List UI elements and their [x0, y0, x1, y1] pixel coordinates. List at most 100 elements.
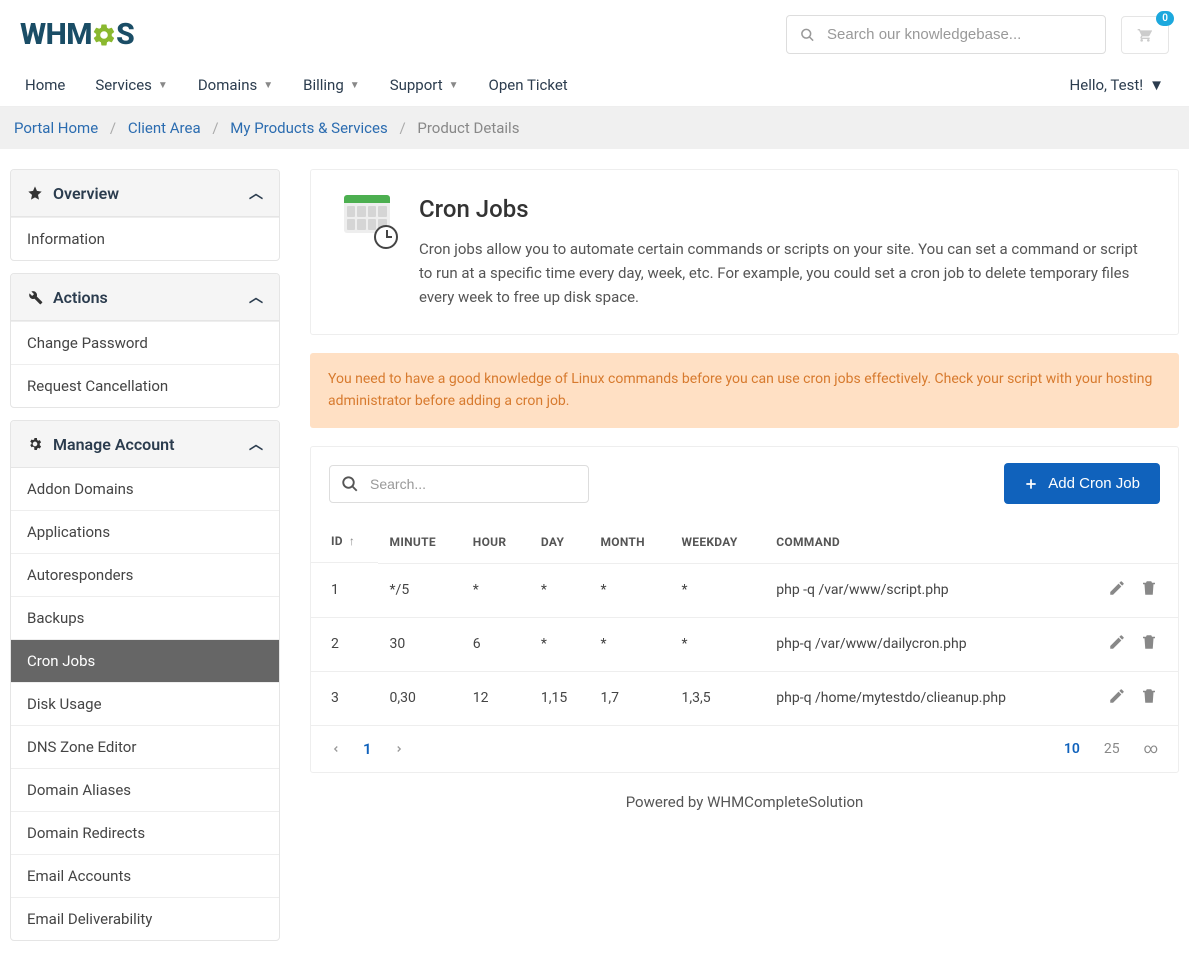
knowledgebase-search-input[interactable] [786, 15, 1106, 54]
trash-icon[interactable] [1140, 690, 1158, 710]
page-size-25[interactable]: 25 [1104, 741, 1120, 757]
edit-icon[interactable] [1108, 690, 1126, 710]
nav-services[interactable]: Services▼ [95, 76, 167, 94]
cell-weekday: 1,3,5 [669, 671, 764, 725]
search-icon [800, 27, 815, 42]
nav-support[interactable]: Support▼ [390, 76, 459, 94]
logo-text-1: WHM [20, 17, 92, 52]
sidebar-item-autoresponders[interactable]: Autoresponders [11, 553, 279, 596]
add-cron-job-button[interactable]: Add Cron Job [1004, 463, 1160, 504]
sidebar-item-addon-domains[interactable]: Addon Domains [11, 468, 279, 510]
sidebar-item-dns-zone-editor[interactable]: DNS Zone Editor [11, 725, 279, 768]
cell-weekday: * [669, 617, 764, 671]
pager-current-page[interactable]: 1 [363, 740, 372, 758]
panel-title: Manage Account [53, 435, 174, 454]
overview-panel-header[interactable]: Overview ︿ [11, 170, 279, 217]
panel-title: Actions [53, 288, 108, 307]
cell-day: * [529, 617, 589, 671]
chevron-up-icon: ︿ [249, 287, 263, 307]
sidebar-item-request-cancellation[interactable]: Request Cancellation [11, 364, 279, 407]
cart-icon [1136, 27, 1154, 43]
chevron-up-icon: ︿ [249, 434, 263, 454]
column-minute[interactable]: MINUTE [378, 520, 461, 563]
panel-title: Overview [53, 184, 119, 203]
table-row: 30,30121,151,71,3,5php-q /home/mytestdo/… [311, 671, 1178, 725]
column-command[interactable]: COMMAND [764, 520, 1064, 563]
cell-minute: 30 [378, 617, 461, 671]
cell-command: php -q /var/www/script.php [764, 563, 1064, 617]
page-title: Cron Jobs [419, 195, 1150, 223]
sidebar-item-cron-jobs[interactable]: Cron Jobs [11, 639, 279, 682]
chevron-down-icon: ▼ [158, 80, 168, 91]
pager-prev[interactable] [331, 742, 341, 756]
breadcrumb-client-area[interactable]: Client Area [128, 119, 201, 137]
cell-hour: 6 [461, 617, 529, 671]
plus-icon [1024, 477, 1038, 491]
sidebar-item-backups[interactable]: Backups [11, 596, 279, 639]
nav-billing[interactable]: Billing▼ [303, 76, 360, 94]
cell-day: 1,15 [529, 671, 589, 725]
trash-icon[interactable] [1140, 636, 1158, 656]
chevron-down-icon: ▼ [449, 80, 459, 91]
column-day[interactable]: DAY [529, 520, 589, 563]
cell-day: * [529, 563, 589, 617]
column-weekday[interactable]: WEEKDAY [669, 520, 764, 563]
sidebar-item-change-password[interactable]: Change Password [11, 321, 279, 364]
cell-minute: 0,30 [378, 671, 461, 725]
cell-id: 2 [311, 617, 378, 671]
table-search [329, 465, 589, 503]
cell-month: 1,7 [588, 671, 669, 725]
sidebar-item-domain-redirects[interactable]: Domain Redirects [11, 811, 279, 854]
page-size-∞[interactable]: ∞ [1144, 741, 1158, 757]
page-size-10[interactable]: 10 [1064, 741, 1080, 757]
nav-home[interactable]: Home [25, 76, 65, 94]
cell-command: php-q /var/www/dailycron.php [764, 617, 1064, 671]
column-hour[interactable]: HOUR [461, 520, 529, 563]
page-description: Cron jobs allow you to automate certain … [419, 237, 1150, 309]
nav-open-ticket[interactable]: Open Ticket [489, 76, 568, 94]
chevron-down-icon: ▼ [1149, 76, 1164, 94]
table-search-input[interactable] [329, 465, 589, 503]
chevron-down-icon: ▼ [350, 80, 360, 91]
breadcrumb: Portal Home / Client Area / My Products … [0, 107, 1189, 149]
breadcrumb-portal-home[interactable]: Portal Home [14, 119, 98, 137]
actions-panel-header[interactable]: Actions ︿ [11, 274, 279, 321]
column-id[interactable]: ID↑ [311, 520, 378, 563]
manage-account-header[interactable]: Manage Account ︿ [11, 421, 279, 468]
actions-panel: Actions ︿ Change Password Request Cancel… [10, 273, 280, 408]
sidebar-item-domain-aliases[interactable]: Domain Aliases [11, 768, 279, 811]
cell-hour: 12 [461, 671, 529, 725]
column-month[interactable]: MONTH [588, 520, 669, 563]
logo[interactable]: WHM S [20, 17, 134, 52]
edit-icon[interactable] [1108, 582, 1126, 602]
sidebar-item-applications[interactable]: Applications [11, 510, 279, 553]
user-menu[interactable]: Hello, Test!▼ [1070, 76, 1164, 94]
star-icon [27, 185, 43, 201]
edit-icon[interactable] [1108, 636, 1126, 656]
breadcrumb-products[interactable]: My Products & Services [230, 119, 387, 137]
chevron-up-icon: ︿ [249, 183, 263, 203]
cell-minute: */5 [378, 563, 461, 617]
cell-id: 1 [311, 563, 378, 617]
cell-month: * [588, 563, 669, 617]
logo-text-2: S [116, 17, 134, 52]
trash-icon[interactable] [1140, 582, 1158, 602]
nav-domains[interactable]: Domains▼ [198, 76, 273, 94]
sidebar-item-email-accounts[interactable]: Email Accounts [11, 854, 279, 897]
cart-badge: 0 [1156, 11, 1174, 26]
sidebar-item-information[interactable]: Information [11, 217, 279, 260]
cell-month: * [588, 617, 669, 671]
sidebar-item-disk-usage[interactable]: Disk Usage [11, 682, 279, 725]
cell-weekday: * [669, 563, 764, 617]
pager-next[interactable] [394, 742, 404, 756]
sidebar-item-email-deliverability[interactable]: Email Deliverability [11, 897, 279, 940]
sort-asc-icon: ↑ [349, 534, 355, 548]
overview-panel: Overview ︿ Information [10, 169, 280, 261]
knowledgebase-search [786, 15, 1106, 54]
cart-button[interactable]: 0 [1121, 16, 1169, 54]
chevron-down-icon: ▼ [263, 80, 273, 91]
cell-hour: * [461, 563, 529, 617]
gear-icon [27, 436, 43, 452]
cell-command: php-q /home/mytestdo/clieanup.php [764, 671, 1064, 725]
table-row: 2306***php-q /var/www/dailycron.php [311, 617, 1178, 671]
